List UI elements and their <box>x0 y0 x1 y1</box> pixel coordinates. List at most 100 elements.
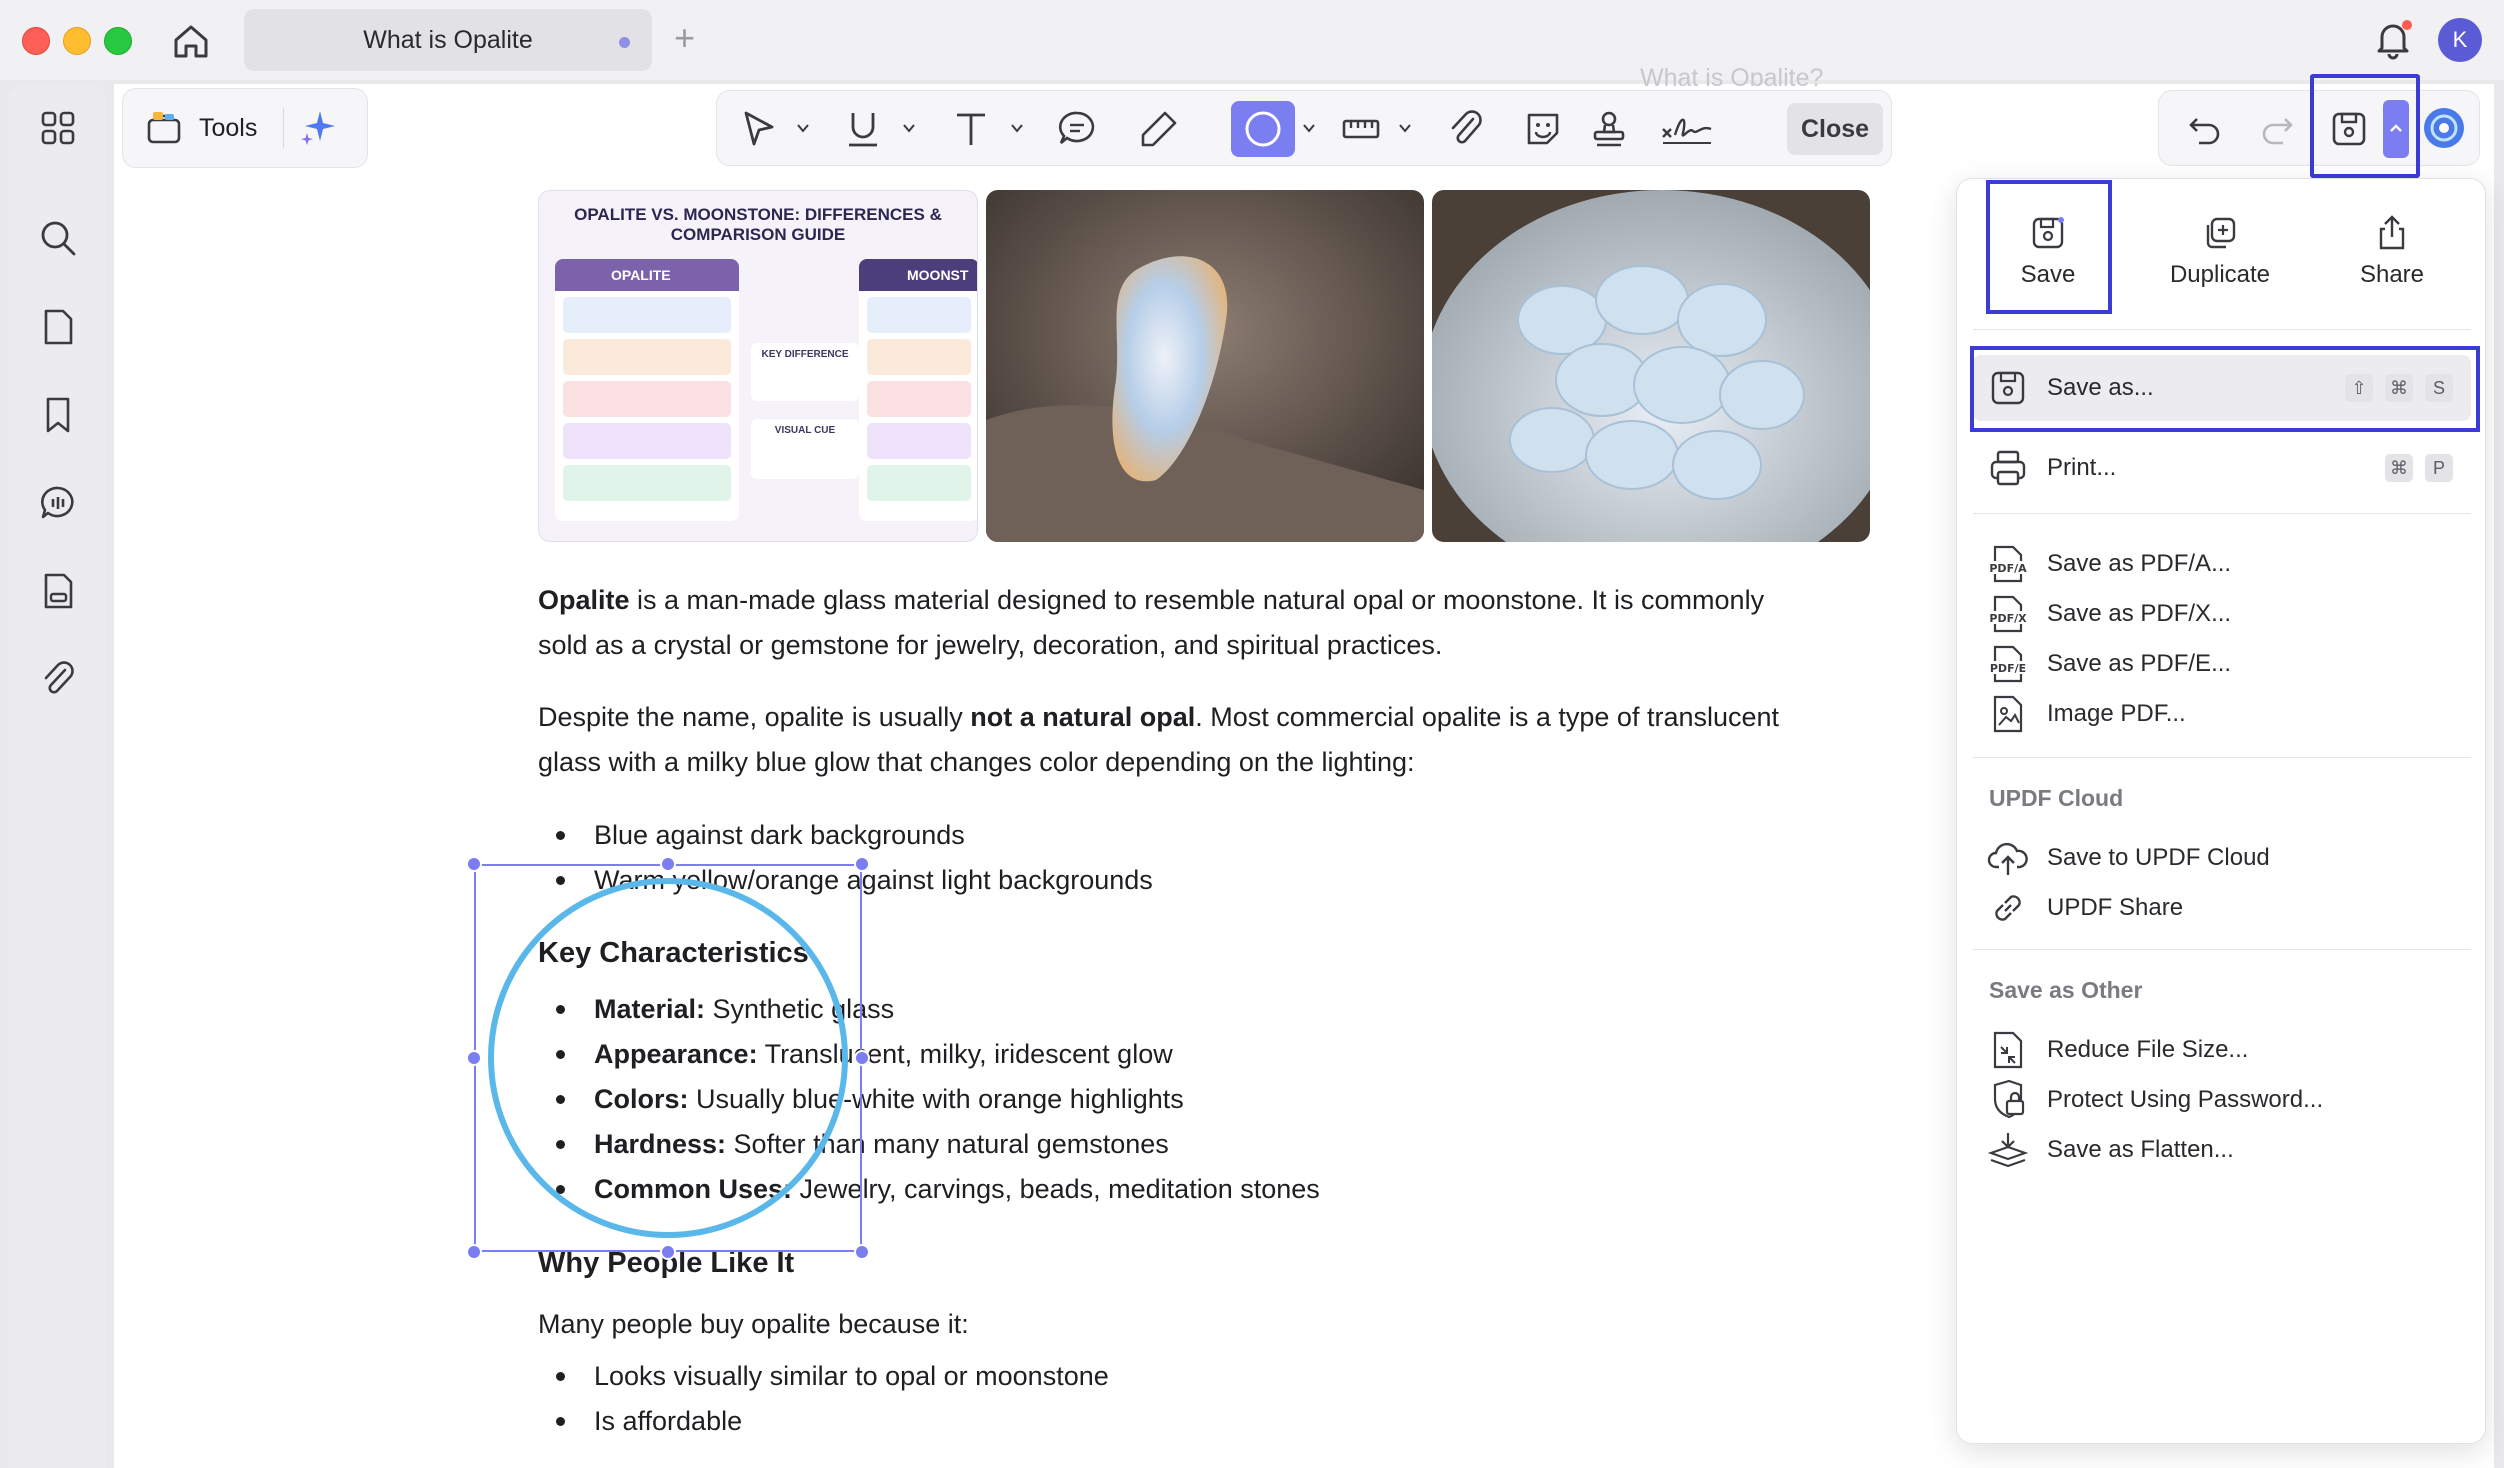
menu-item-label: Reduce File Size... <box>2047 1036 2249 1063</box>
chevron-down-icon[interactable] <box>901 121 917 135</box>
attachment-icon[interactable] <box>37 658 79 700</box>
infographic-left-head: OPALITE <box>555 259 739 291</box>
compress-icon <box>1993 1031 2023 1069</box>
chevron-down-icon[interactable] <box>1301 121 1317 135</box>
shield-lock-icon <box>1993 1079 2025 1119</box>
grid-icon[interactable] <box>37 107 79 149</box>
infographic-right-head: MOONST <box>859 259 977 291</box>
close-toolbar-button[interactable]: Close <box>1787 103 1883 155</box>
info-row <box>867 339 971 375</box>
signature-icon[interactable] <box>1659 107 1715 151</box>
ai-assistant-icon[interactable] <box>2421 105 2467 151</box>
save-button-highlight-box <box>1986 180 2112 314</box>
resize-handle[interactable] <box>466 856 482 872</box>
circle-shape-icon[interactable] <box>1241 107 1285 151</box>
menu-item-updf-share[interactable]: UPDF Share <box>1973 875 2471 941</box>
resize-handle[interactable] <box>854 856 870 872</box>
toolbox-icon <box>147 112 181 144</box>
image-pdf-icon <box>1993 695 2023 733</box>
pdf-e-icon: PDF/E <box>1989 645 2027 683</box>
paperclip-icon[interactable] <box>1443 107 1487 151</box>
text-icon[interactable] <box>949 107 993 151</box>
pdf-x-badge: PDF/X <box>1989 612 2027 625</box>
select-arrow-icon[interactable] <box>737 107 781 151</box>
divider <box>1973 757 2471 758</box>
menu-item-label: Image PDF... <box>2047 700 2186 727</box>
menu-item-label: Save as Flatten... <box>2047 1136 2234 1163</box>
tools-button[interactable]: Tools <box>122 88 368 168</box>
document-tab[interactable]: What is Opalite <box>244 9 652 71</box>
info-row <box>563 465 731 501</box>
infographic-right-column: MOONST <box>859 259 977 521</box>
paragraph-name-line1: . Most commercial opalite is a type of t… <box>1195 702 1780 732</box>
opalite-bowl-photo <box>1432 190 1870 542</box>
duplicate-icon <box>2206 217 2236 249</box>
form-icon[interactable] <box>37 570 79 612</box>
left-sidebar <box>8 84 106 1468</box>
new-tab-button[interactable]: + <box>674 20 695 56</box>
menu-item-save-flatten[interactable]: Save as Flatten... <box>1973 1117 2471 1183</box>
shortcut-key: ⌘ <box>2385 454 2413 482</box>
shortcut-key: P <box>2425 454 2453 482</box>
info-row <box>563 381 731 417</box>
list-item: Looks visually similar to opal or moonst… <box>556 1354 1109 1399</box>
resize-handle[interactable] <box>854 1244 870 1260</box>
save-as-highlight-box <box>1970 346 2480 432</box>
underline-icon[interactable] <box>841 107 885 151</box>
chevron-down-icon[interactable] <box>1009 121 1025 135</box>
chevron-down-icon[interactable] <box>795 121 811 135</box>
menu-item-label: Save as PDF/E... <box>2047 650 2232 677</box>
resize-handle[interactable] <box>466 1244 482 1260</box>
close-window-button[interactable] <box>22 27 50 55</box>
pencil-icon[interactable] <box>1137 107 1181 151</box>
resize-handle[interactable] <box>854 1050 870 1066</box>
resize-handle[interactable] <box>660 1244 676 1260</box>
paragraph-intro: Opalite is a man-made glass material des… <box>538 578 1878 668</box>
tools-label: Tools <box>199 113 258 142</box>
resize-handle[interactable] <box>660 856 676 872</box>
paragraph-intro-line1: is a man-made glass material designed to… <box>629 585 1765 615</box>
page-icon[interactable] <box>37 306 79 348</box>
measure-icon[interactable] <box>1339 107 1383 151</box>
infographic-left-column: OPALITE <box>555 259 739 521</box>
sticker-icon[interactable] <box>1521 107 1565 151</box>
avatar[interactable]: K <box>2438 18 2482 62</box>
note-icon[interactable] <box>1055 107 1099 151</box>
tab-title: What is Opalite <box>363 25 533 54</box>
paragraph-why: Many people buy opalite because it: <box>538 1309 969 1339</box>
bookmark-icon[interactable] <box>37 394 79 436</box>
resize-handle[interactable] <box>466 1050 482 1066</box>
unsaved-dot <box>619 37 630 48</box>
why-list: Looks visually similar to opal or moonst… <box>556 1354 1109 1444</box>
comment-icon[interactable] <box>37 482 79 524</box>
menu-item-image-pdf[interactable]: Image PDF... <box>1973 681 2471 747</box>
selection-box[interactable] <box>474 864 862 1252</box>
info-row <box>563 339 731 375</box>
minimize-window-button[interactable] <box>63 27 91 55</box>
menu-item-label: UPDF Share <box>2047 894 2184 921</box>
chevron-down-icon[interactable] <box>1397 121 1413 135</box>
info-row <box>563 423 731 459</box>
pdf-a-icon: PDF/A <box>1989 545 2027 583</box>
undo-icon[interactable] <box>2185 109 2225 149</box>
redo-icon[interactable] <box>2257 109 2297 149</box>
divider <box>283 108 285 148</box>
save-highlight-box <box>2310 74 2420 178</box>
search-icon[interactable] <box>37 217 79 259</box>
link-icon <box>1995 895 2021 921</box>
menu-share-label: Share <box>2359 261 2425 288</box>
paragraph-name: Despite the name, opalite is usually not… <box>538 695 1878 785</box>
menu-duplicate-button[interactable]: Duplicate <box>2145 199 2295 309</box>
zoom-window-button[interactable] <box>104 27 132 55</box>
menu-item-label: Save to UPDF Cloud <box>2047 844 2270 871</box>
info-row <box>867 297 971 333</box>
menu-share-button[interactable]: Share <box>2317 199 2467 309</box>
share-icon <box>2379 215 2405 250</box>
stamp-icon[interactable] <box>1587 107 1631 151</box>
paragraph-name-line2: glass with a milky blue glow that change… <box>538 747 1415 777</box>
divider <box>1973 513 2471 514</box>
printer-icon <box>1990 450 2026 486</box>
ai-sparkle-icon[interactable] <box>298 107 340 149</box>
home-icon[interactable] <box>170 20 212 62</box>
menu-item-print[interactable]: Print... ⌘ P <box>1973 435 2471 501</box>
